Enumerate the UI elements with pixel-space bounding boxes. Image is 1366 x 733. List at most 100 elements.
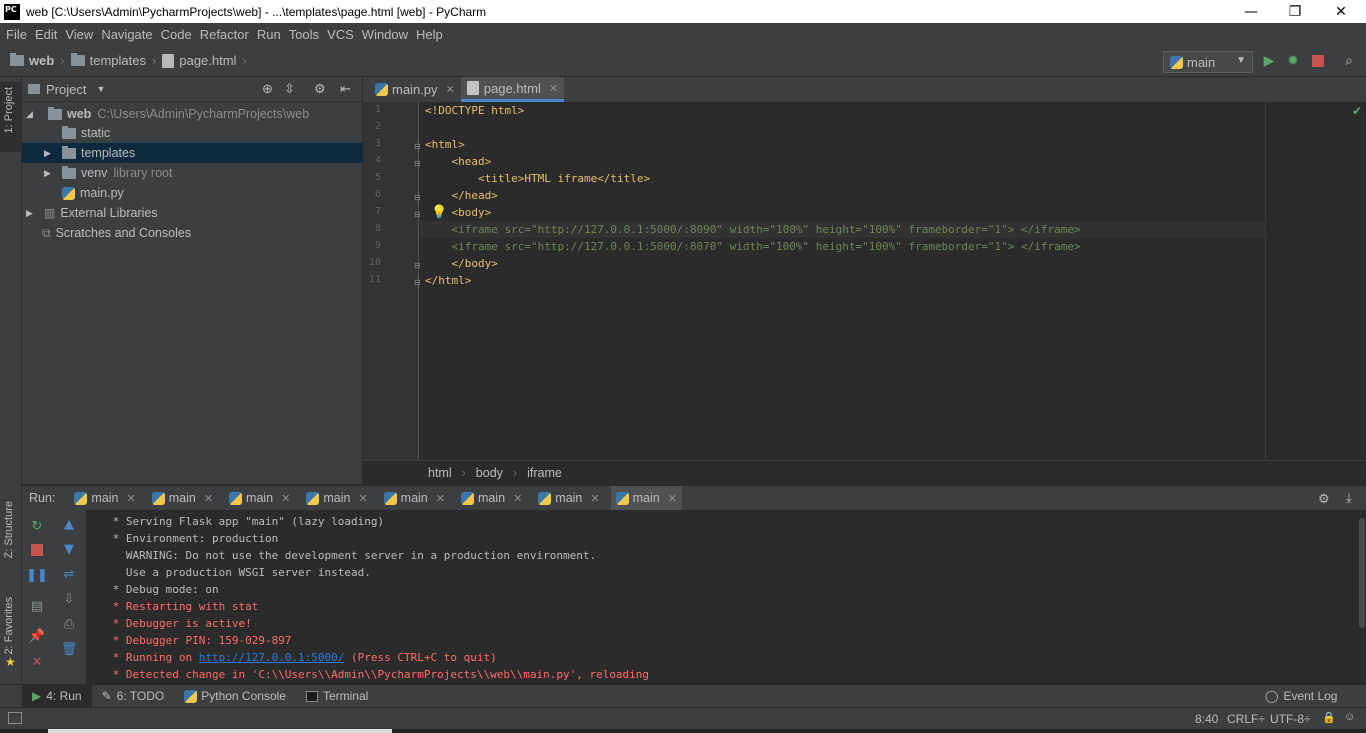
close-tab-icon[interactable]: ✕ xyxy=(446,83,455,96)
close-tab-icon[interactable]: ✕ xyxy=(513,492,522,505)
breadcrumb-html[interactable]: html xyxy=(428,466,452,480)
menu-file[interactable]: File xyxy=(2,27,31,42)
code-line[interactable]: <head> xyxy=(425,153,491,170)
caret-position[interactable]: 8:40 xyxy=(1195,712,1218,726)
tree-item-templates[interactable]: ▶ templates xyxy=(22,143,362,163)
run-configuration-select[interactable]: main ▼ xyxy=(1163,51,1253,73)
run-tab[interactable]: main ✕ xyxy=(379,486,450,511)
close-tab-icon[interactable]: ✕ xyxy=(549,82,558,95)
structure-tool-tab[interactable]: Z: Structure xyxy=(3,501,15,558)
close-tab-icon[interactable]: ✕ xyxy=(281,492,290,505)
run-tab[interactable]: main ✕ xyxy=(456,486,527,511)
lightbulb-icon[interactable]: 💡 xyxy=(431,205,447,221)
code-editor[interactable]: <!DOCTYPE html> <html> <head> <title>HTM… xyxy=(420,102,1266,460)
rerun-icon[interactable]: ↻ xyxy=(27,516,47,536)
run-tab[interactable]: main ✕ xyxy=(69,486,140,511)
tree-item-venv[interactable]: ▶ venv library root xyxy=(22,163,362,183)
tool-windows-icon[interactable] xyxy=(8,712,22,724)
soft-wrap-icon[interactable]: ⇌ xyxy=(59,564,79,584)
close-tab-icon[interactable]: ✕ xyxy=(590,492,599,505)
close-tab-icon[interactable]: ✕ xyxy=(436,492,445,505)
pin-icon[interactable]: 📌 xyxy=(27,626,47,646)
menu-run[interactable]: Run xyxy=(253,27,285,42)
tab-main-py[interactable]: main.py ✕ xyxy=(369,77,461,102)
project-tool-tab[interactable]: 1: Project xyxy=(3,87,15,133)
menu-help[interactable]: Help xyxy=(412,27,447,42)
chevron-down-icon[interactable]: ▼ xyxy=(96,84,105,94)
code-line[interactable]: </head> xyxy=(425,187,497,204)
project-view-selector[interactable]: Project xyxy=(46,82,86,97)
tab-page-html[interactable]: page.html ✕ xyxy=(460,77,565,102)
run-icon[interactable]: ▶ xyxy=(1260,52,1278,70)
debug-icon[interactable]: ✹ xyxy=(1284,52,1302,70)
run-tab[interactable]: main ✕ xyxy=(533,486,604,511)
inspector-icon[interactable]: ☺ xyxy=(1344,711,1355,723)
hide-panel-icon[interactable]: ⤓ xyxy=(1346,490,1352,506)
server-url-link[interactable]: http://127.0.0.1:5000/ xyxy=(199,651,345,664)
menu-vcs[interactable]: VCS xyxy=(323,27,358,42)
minimize-button[interactable]: — xyxy=(1228,0,1274,23)
close-tab-icon[interactable]: ✕ xyxy=(204,492,213,505)
tree-item-web[interactable]: ◢ web C:\Users\Admin\PycharmProjects\web xyxy=(22,104,362,124)
run-tab[interactable]: main ✕ xyxy=(224,486,295,511)
scroll-to-end-icon[interactable]: ⇩ xyxy=(59,589,79,609)
run-tab-active[interactable]: main ✕ xyxy=(610,485,682,511)
up-arrow-icon[interactable]: ▲ xyxy=(59,514,79,534)
close-window-button[interactable]: ✕ xyxy=(1318,0,1364,23)
event-log-button[interactable]: ◯ Event Log xyxy=(1255,685,1347,708)
editor-scrollbar[interactable]: ✔ xyxy=(1348,102,1366,460)
maximize-button[interactable]: ❐ xyxy=(1272,0,1318,23)
tree-item-main-py[interactable]: main.py xyxy=(22,183,362,203)
run-console[interactable]: * Serving Flask app "main" (lazy loading… xyxy=(86,510,1358,684)
gear-icon[interactable]: ⚙ xyxy=(314,81,326,97)
code-line[interactable]: <iframe src="http://127.0.0.1:5000/:8090… xyxy=(425,221,1080,238)
file-encoding[interactable]: UTF-8÷ xyxy=(1270,712,1311,726)
menu-tools[interactable]: Tools xyxy=(285,27,323,42)
down-arrow-icon[interactable]: ▼ xyxy=(59,539,79,559)
layout-icon[interactable]: ▤ xyxy=(27,596,47,616)
code-line[interactable]: <html> xyxy=(425,136,465,153)
breadcrumb-templates[interactable]: templates › xyxy=(70,53,156,68)
tool-tab-run[interactable]: ▶ 4: Run xyxy=(22,684,92,708)
run-tab[interactable]: main ✕ xyxy=(301,486,372,511)
run-tab[interactable]: main ✕ xyxy=(147,486,218,511)
code-line[interactable]: <iframe src="http://127.0.0.1:5000/:8070… xyxy=(425,238,1080,255)
close-tab-icon[interactable]: ✕ xyxy=(668,492,677,505)
tool-tab-todo[interactable]: ✎ 6: TODO xyxy=(92,685,175,708)
code-line[interactable]: <!DOCTYPE html> xyxy=(425,102,524,119)
locate-icon[interactable]: ⊕ xyxy=(262,81,273,97)
tool-tab-python-console[interactable]: Python Console xyxy=(174,685,296,708)
scrollbar-thumb[interactable] xyxy=(1359,518,1365,628)
collapse-all-icon[interactable]: ⇳ xyxy=(284,81,295,97)
close-icon[interactable]: ✕ xyxy=(27,652,47,672)
menu-window[interactable]: Window xyxy=(358,27,412,42)
close-tab-icon[interactable]: ✕ xyxy=(127,492,136,505)
favorites-tool-tab[interactable]: 2: Favorites xyxy=(3,597,15,654)
print-icon[interactable]: ⎙ xyxy=(59,614,79,634)
code-line[interactable]: </body> xyxy=(425,255,497,272)
menu-code[interactable]: Code xyxy=(157,27,196,42)
tree-item-external-libraries[interactable]: ▶ ▥ External Libraries xyxy=(22,203,362,223)
breadcrumb-web[interactable]: web › xyxy=(10,53,65,68)
breadcrumb-body[interactable]: body xyxy=(476,466,503,480)
menu-edit[interactable]: Edit xyxy=(31,27,61,42)
menu-view[interactable]: View xyxy=(61,27,97,42)
close-tab-icon[interactable]: ✕ xyxy=(358,492,367,505)
hide-panel-icon[interactable]: ⇤ xyxy=(340,81,351,97)
tool-tab-terminal[interactable]: Terminal xyxy=(296,685,378,708)
tree-item-scratches[interactable]: ⧉ Scratches and Consoles xyxy=(22,223,362,243)
code-line[interactable]: </html> xyxy=(425,272,471,289)
gear-icon[interactable]: ⚙ xyxy=(1318,491,1330,507)
menu-refactor[interactable]: Refactor xyxy=(196,27,253,42)
stop-icon[interactable] xyxy=(1309,52,1327,70)
lock-icon[interactable]: 🔒 xyxy=(1322,711,1336,724)
trash-icon[interactable]: 🗑 xyxy=(59,639,79,659)
code-line[interactable]: <title>HTML iframe</title> xyxy=(425,170,650,187)
menu-navigate[interactable]: Navigate xyxy=(97,27,156,42)
console-scrollbar[interactable] xyxy=(1358,510,1366,684)
breadcrumb-iframe[interactable]: iframe xyxy=(527,466,562,480)
stop-icon[interactable] xyxy=(27,540,47,560)
search-everywhere-icon[interactable]: ⌕ xyxy=(1340,52,1358,70)
pause-icon[interactable]: ❚❚ xyxy=(26,565,48,585)
tree-item-static[interactable]: static xyxy=(22,123,362,143)
